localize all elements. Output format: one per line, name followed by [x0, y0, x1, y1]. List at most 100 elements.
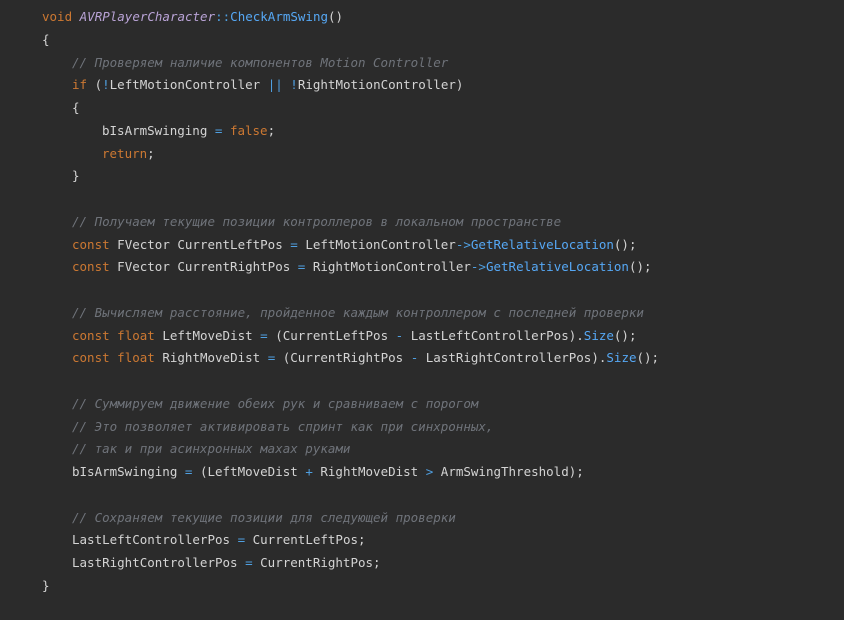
code-line: // Проверяем наличие компонентов Motion …	[0, 52, 844, 75]
code-token: const	[72, 259, 110, 275]
code-token: ->	[455, 236, 471, 252]
code-line: }	[0, 575, 844, 598]
code-token: const	[72, 327, 110, 343]
code-token: ()	[328, 9, 344, 24]
code-token: ();	[613, 236, 637, 252]
code-token: (LeftMoveDist	[192, 464, 306, 479]
code-comment: // Проверяем наличие компонентов Motion …	[72, 54, 449, 70]
code-token: if	[72, 77, 88, 93]
code-token: LastRightControllerPos).	[418, 350, 607, 366]
code-token: ->	[470, 259, 486, 275]
code-token: }	[42, 577, 50, 593]
code-token: +	[305, 464, 313, 479]
code-line: bIsArmSwinging = false;	[0, 120, 844, 143]
code-line: return;	[0, 143, 844, 166]
code-token: LeftMoveDist	[154, 327, 261, 343]
code-token: Size	[606, 350, 637, 366]
code-token: LastRightControllerPos	[72, 555, 246, 570]
code-editor[interactable]: void AVRPlayerCharacter::CheckArmSwing()…	[0, 0, 844, 620]
code-token: Size	[583, 327, 614, 343]
code-token: ();	[636, 350, 660, 366]
code-token: }	[72, 168, 80, 184]
code-token: RightMotionController	[297, 77, 456, 93]
code-line: {	[0, 97, 844, 120]
code-line: LastLeftControllerPos = CurrentLeftPos;	[0, 529, 844, 552]
code-line: // Сохраняем текущие позиции для следующ…	[0, 507, 844, 530]
code-token: const	[72, 350, 110, 366]
code-comment: // так и при асинхронных махах руками	[72, 441, 351, 457]
code-token: )	[455, 77, 464, 93]
code-token: LastLeftControllerPos).	[403, 327, 584, 343]
code-token: {	[72, 100, 80, 115]
code-token: ;	[267, 122, 276, 138]
code-token: RightMotionController	[305, 259, 471, 275]
code-token: ;	[147, 145, 155, 161]
code-token: ::	[215, 9, 231, 24]
code-line: // Вычисляем расстояние, пройденное кажд…	[0, 302, 844, 325]
code-line: const FVector CurrentLeftPos = LeftMotio…	[0, 234, 844, 257]
code-comment: // Вычисляем расстояние, пройденное кажд…	[72, 304, 644, 320]
code-token: =	[245, 555, 253, 570]
code-token: LeftMotionController	[297, 236, 456, 252]
code-line: // так и при асинхронных махах руками	[0, 438, 844, 461]
code-token: float	[117, 350, 155, 366]
code-line: void AVRPlayerCharacter::CheckArmSwing()	[0, 6, 844, 29]
code-token: ||	[267, 77, 283, 93]
code-token: LastLeftControllerPos	[72, 532, 238, 548]
code-line: }	[0, 165, 844, 188]
code-token: false	[229, 122, 268, 138]
code-token: =	[290, 236, 298, 252]
code-token: bIsArmSwinging	[102, 122, 208, 138]
code-token: bIsArmSwinging	[72, 464, 185, 479]
code-comment: // Суммируем движение обеих рук и сравни…	[72, 395, 479, 411]
code-token: return	[102, 145, 148, 161]
code-comment: // Получаем текущие позиции контроллеров…	[72, 213, 562, 229]
code-line: // Суммируем движение обеих рук и сравни…	[0, 393, 844, 416]
code-block[interactable]: void AVRPlayerCharacter::CheckArmSwing()…	[0, 6, 844, 598]
code-token: RightMoveDist	[154, 350, 268, 366]
code-token: {	[42, 31, 50, 47]
code-token: RightMoveDist	[312, 464, 426, 479]
code-line: LastRightControllerPos = CurrentRightPos…	[0, 552, 844, 575]
code-token: CurrentRightPos;	[252, 555, 381, 570]
code-token: float	[117, 327, 155, 343]
code-token: ArmSwingThreshold);	[433, 464, 584, 479]
code-token: (CurrentLeftPos	[267, 327, 396, 343]
code-token: ();	[628, 259, 652, 275]
code-line: // Получаем текущие позиции контроллеров…	[0, 211, 844, 234]
code-line: const float LeftMoveDist = (CurrentLeftP…	[0, 325, 844, 348]
code-comment: // Сохраняем текущие позиции для следующ…	[72, 509, 456, 525]
code-line: {	[0, 29, 844, 52]
code-token: AVRPlayerCharacter	[79, 9, 216, 24]
code-token: (CurrentRightPos	[275, 350, 411, 366]
code-comment: // Это позволяет активировать спринт как…	[72, 418, 494, 434]
code-line: const FVector CurrentRightPos = RightMot…	[0, 256, 844, 279]
code-token: LeftMotionController	[109, 77, 261, 93]
code-line: if (!LeftMotionController || !RightMotio…	[0, 74, 844, 97]
code-token: =	[260, 327, 268, 343]
code-token: (	[87, 77, 103, 93]
code-token: CurrentLeftPos;	[245, 532, 366, 548]
code-token: GetRelativeLocation	[470, 236, 614, 252]
code-token: ();	[613, 327, 637, 343]
code-token: const	[72, 236, 110, 252]
code-token: CheckArmSwing	[230, 9, 329, 24]
code-line: // Это позволяет активировать спринт как…	[0, 416, 844, 439]
code-token: FVector CurrentRightPos	[109, 259, 298, 275]
code-token: =	[237, 532, 246, 548]
code-token: !	[102, 77, 110, 93]
code-token: FVector CurrentLeftPos	[109, 236, 291, 252]
code-token: !	[290, 77, 298, 93]
code-line: const float RightMoveDist = (CurrentRigh…	[0, 347, 844, 370]
code-token: GetRelativeLocation	[485, 259, 629, 275]
code-line: bIsArmSwinging = (LeftMoveDist + RightMo…	[0, 461, 844, 484]
code-token: void	[42, 9, 73, 24]
